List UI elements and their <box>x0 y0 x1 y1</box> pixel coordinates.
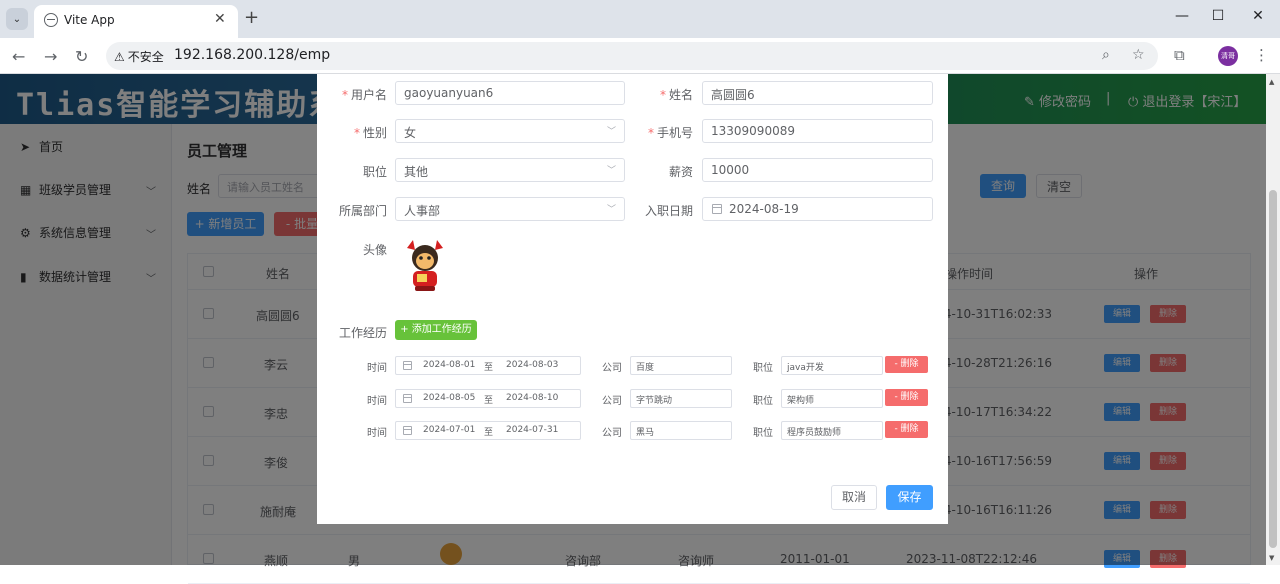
new-tab-icon[interactable]: + <box>244 7 259 28</box>
maximize-icon[interactable]: ☐ <box>1208 8 1228 24</box>
exp-time-label: 时间 <box>367 428 387 439</box>
calendar-icon <box>712 204 722 214</box>
exp-delete-button[interactable]: - 删除 <box>885 389 928 406</box>
dept-select[interactable]: 人事部 ﹀ <box>395 197 625 221</box>
name-input[interactable]: 高圆圆6 <box>702 81 933 105</box>
exp-job-input[interactable]: java开发 <box>781 356 883 375</box>
close-tab-icon[interactable]: ✕ <box>214 11 226 27</box>
exp-company-label: 公司 <box>602 428 622 439</box>
phone-label: * 手机号 <box>647 126 693 140</box>
exp-company-label: 公司 <box>602 396 622 407</box>
omnibox[interactable]: ⚠ 不安全 192.168.200.128/emp ⌕ ☆ <box>106 42 1158 70</box>
chevron-down-icon: ﹀ <box>606 127 616 137</box>
save-button[interactable]: 保存 <box>886 485 933 510</box>
exp-to: 至 <box>484 363 494 373</box>
scroll-down-icon[interactable]: ▼ <box>1269 554 1274 562</box>
chevron-down-icon: ﹀ <box>606 205 616 215</box>
add-work-exp-button[interactable]: + 添加工作经历 <box>395 320 477 340</box>
exp-job-input[interactable]: 架构师 <box>781 389 883 408</box>
exp-time-label: 时间 <box>367 363 387 374</box>
exp-job-label: 职位 <box>753 428 773 439</box>
url-text[interactable]: 192.168.200.128/emp <box>174 47 330 63</box>
dept-label: 所属部门 <box>338 204 387 218</box>
exp-start-date: 2024-08-01 <box>423 360 476 370</box>
calendar-icon <box>403 426 412 435</box>
employee-edit-dialog: * 用户名 gaoyuanyuan6 * 姓名 高圆圆6 * 性别 女 ﹀ * 手机号 1… <box>317 74 948 524</box>
exp-job-label: 职位 <box>753 396 773 407</box>
exp-company-label: 公司 <box>602 363 622 374</box>
chevron-down-icon: ﹀ <box>606 166 616 176</box>
entry-date-picker[interactable]: 2024-08-19 <box>702 197 933 221</box>
security-indicator[interactable]: ⚠ 不安全 <box>114 48 164 65</box>
username-label: * 用户名 <box>341 88 387 102</box>
profile-avatar[interactable]: 清哥 <box>1218 46 1238 66</box>
dept-value: 人事部 <box>404 204 441 218</box>
gender-value: 女 <box>404 126 417 140</box>
work-exp-label: 工作经历 <box>338 326 387 340</box>
avatar-uploader[interactable] <box>403 238 447 294</box>
calendar-icon <box>403 361 412 370</box>
page-scrollbar[interactable]: ▲ ▼ <box>1266 74 1280 565</box>
security-label: 不安全 <box>127 50 164 64</box>
scrollbar-thumb[interactable] <box>1269 190 1277 548</box>
job-value: 其他 <box>404 165 429 179</box>
exp-job-input[interactable]: 程序员鼓励师 <box>781 421 883 440</box>
username-input[interactable]: gaoyuanyuan6 <box>395 81 625 105</box>
browser-tab-bar: ⌄ Vite App ✕ + — ☐ ✕ <box>0 0 1280 38</box>
exp-company-input[interactable]: 字节跳动 <box>630 389 732 408</box>
exp-to: 至 <box>484 396 494 406</box>
exp-start-date: 2024-08-05 <box>423 393 476 403</box>
forward-icon[interactable]: → <box>44 47 57 66</box>
salary-label: 薪资 <box>668 165 693 179</box>
minimize-icon[interactable]: — <box>1172 8 1192 24</box>
exp-time-label: 时间 <box>367 396 387 407</box>
exp-end-date: 2024-07-31 <box>506 425 559 435</box>
avatar-image <box>407 240 443 291</box>
calendar-icon <box>403 394 412 403</box>
extensions-icon[interactable]: ⧉ <box>1174 46 1185 64</box>
name-label: * 姓名 <box>659 88 693 102</box>
entry-date-value: 2024-08-19 <box>729 202 799 216</box>
exp-delete-button[interactable]: - 删除 <box>885 421 928 438</box>
gender-label: * 性别 <box>353 126 387 140</box>
warning-icon: ⚠ <box>114 50 125 64</box>
exp-company-input[interactable]: 百度 <box>630 356 732 375</box>
gender-select[interactable]: 女 ﹀ <box>395 119 625 143</box>
scroll-up-icon[interactable]: ▲ <box>1269 78 1274 86</box>
entry-date-label: 入职日期 <box>644 204 693 218</box>
bookmark-star-icon[interactable]: ☆ <box>1132 47 1145 63</box>
tab-title: Vite App <box>64 13 115 27</box>
cancel-button[interactable]: 取消 <box>831 485 877 510</box>
exp-date-range[interactable]: 2024-08-05 至 2024-08-10 <box>395 389 581 408</box>
address-bar-row: ← → ↻ ⚠ 不安全 192.168.200.128/emp ⌕ ☆ <box>0 38 1280 74</box>
job-label: 职位 <box>362 165 387 179</box>
zoom-icon[interactable]: ⌕ <box>1102 47 1110 63</box>
exp-start-date: 2024-07-01 <box>423 425 476 435</box>
phone-input[interactable]: 13309090089 <box>702 119 933 143</box>
back-icon[interactable]: ← <box>12 47 25 66</box>
exp-company-input[interactable]: 黑马 <box>630 421 732 440</box>
job-select[interactable]: 其他 ﹀ <box>395 158 625 182</box>
exp-end-date: 2024-08-03 <box>506 360 559 370</box>
browser-tab[interactable]: Vite App ✕ <box>34 5 238 38</box>
tab-search-button[interactable]: ⌄ <box>6 8 28 30</box>
exp-date-range[interactable]: 2024-08-01 至 2024-08-03 <box>395 356 581 375</box>
salary-input[interactable]: 10000 <box>702 158 933 182</box>
exp-end-date: 2024-08-10 <box>506 393 559 403</box>
exp-to: 至 <box>484 428 494 438</box>
exp-date-range[interactable]: 2024-07-01 至 2024-07-31 <box>395 421 581 440</box>
exp-job-label: 职位 <box>753 363 773 374</box>
reload-icon[interactable]: ↻ <box>75 47 88 66</box>
avatar-label: 头像 <box>362 243 387 257</box>
menu-kebab-icon[interactable]: ⋮ <box>1254 46 1269 64</box>
exp-delete-button[interactable]: - 删除 <box>885 356 928 373</box>
close-window-icon[interactable]: ✕ <box>1248 8 1268 24</box>
globe-icon <box>44 13 58 27</box>
